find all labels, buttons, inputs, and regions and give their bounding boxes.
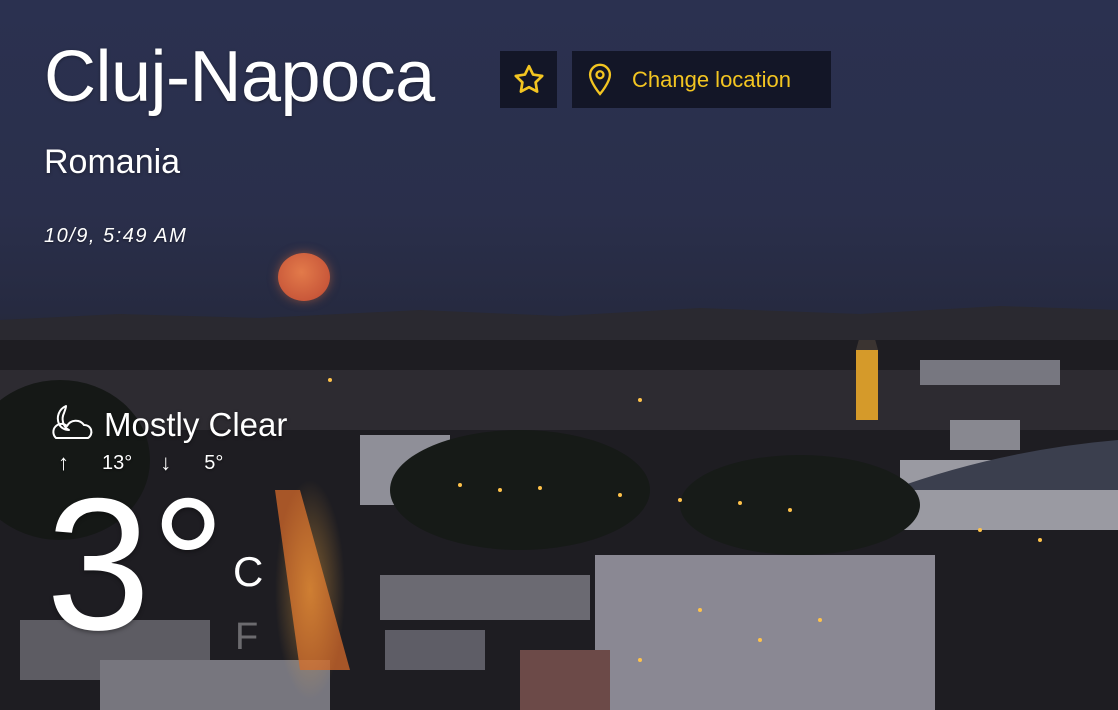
unit-fahrenheit-toggle[interactable]: F [235, 616, 258, 659]
weather-condition: Mostly Clear [50, 402, 287, 447]
map-pin-icon [586, 62, 614, 98]
moon-image [278, 253, 330, 301]
star-icon [513, 64, 544, 93]
change-location-label: Change location [632, 66, 792, 92]
favorite-button[interactable] [500, 51, 557, 108]
moon-cloud-icon [50, 402, 96, 447]
current-temperature: 3° [46, 459, 226, 669]
change-location-button[interactable]: Change location [572, 51, 831, 108]
condition-text: Mostly Clear [104, 405, 288, 443]
country-name: Romania [44, 143, 181, 181]
city-name: Cluj-Napoca [44, 37, 435, 117]
weather-app: Cluj-Napoca Change location Romania 10/9… [0, 0, 1118, 710]
local-datetime: 10/9, 5:49 AM [44, 225, 188, 247]
unit-celsius-toggle[interactable]: C [233, 548, 263, 596]
